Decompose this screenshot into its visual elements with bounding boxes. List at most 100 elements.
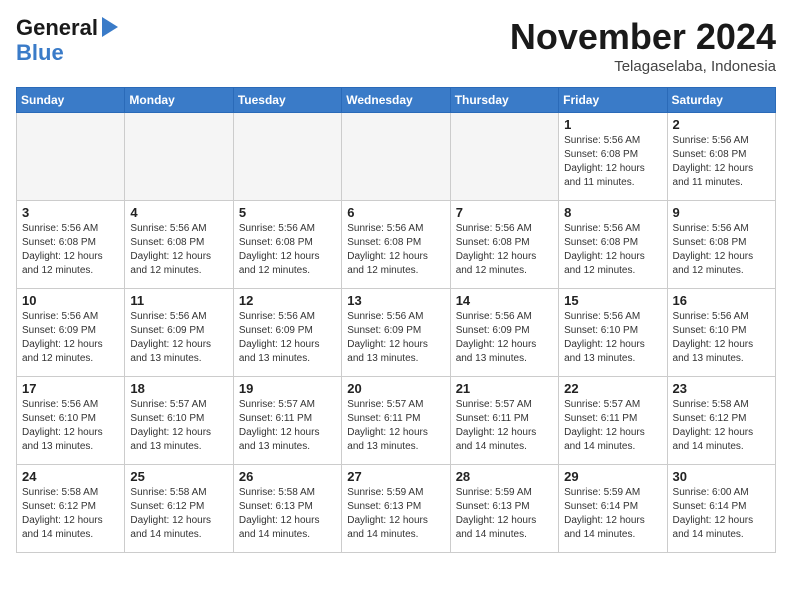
day-number: 17 bbox=[22, 381, 119, 396]
day-number: 27 bbox=[347, 469, 444, 484]
calendar-day-cell: 20Sunrise: 5:57 AMSunset: 6:11 PMDayligh… bbox=[342, 377, 450, 465]
calendar-day-cell: 9 Sunrise: 5:56 AMSunset: 6:08 PMDaylight… bbox=[667, 201, 775, 289]
title-block: November 2024 Telagaselaba, Indonesia bbox=[510, 16, 776, 75]
day-info: Sunrise: 5:56 AMSunset: 6:09 PMDaylight:… bbox=[22, 310, 119, 366]
day-number: 30 bbox=[673, 469, 770, 484]
day-info: Sunrise: 5:58 AMSunset: 6:12 PMDaylight:… bbox=[130, 486, 227, 542]
calendar-day-cell: 19Sunrise: 5:57 AMSunset: 6:11 PMDayligh… bbox=[233, 377, 341, 465]
calendar-day-cell: 5 Sunrise: 5:56 AMSunset: 6:08 PMDaylight… bbox=[233, 201, 341, 289]
calendar-day-cell: 24 Sunrise: 5:58 AMSunset: 6:12 PMDayligh… bbox=[17, 465, 125, 553]
calendar-table: SundayMondayTuesdayWednesdayThursdayFrid… bbox=[16, 87, 776, 553]
weekday-header-saturday: Saturday bbox=[667, 88, 775, 113]
calendar-week-row: 24 Sunrise: 5:58 AMSunset: 6:12 PMDayligh… bbox=[17, 465, 776, 553]
day-info: Sunrise: 5:56 AMSunset: 6:09 PMDaylight:… bbox=[456, 310, 553, 366]
calendar-day-cell: 30 Sunrise: 6:00 AMSunset: 6:14 PMDayligh… bbox=[667, 465, 775, 553]
day-number: 14 bbox=[456, 293, 553, 308]
day-info: Sunrise: 5:56 AMSunset: 6:08 PMDaylight:… bbox=[564, 134, 661, 190]
logo-text-blue: Blue bbox=[16, 40, 64, 66]
day-info: Sunrise: 5:56 AMSunset: 6:09 PMDaylight:… bbox=[239, 310, 336, 366]
weekday-header-thursday: Thursday bbox=[450, 88, 558, 113]
day-number: 16 bbox=[673, 293, 770, 308]
day-info: Sunrise: 5:57 AMSunset: 6:11 PMDaylight:… bbox=[239, 398, 336, 454]
logo-arrow-icon bbox=[100, 17, 118, 39]
calendar-day-cell: 14 Sunrise: 5:56 AMSunset: 6:09 PMDayligh… bbox=[450, 289, 558, 377]
day-number: 7 bbox=[456, 205, 553, 220]
weekday-header-tuesday: Tuesday bbox=[233, 88, 341, 113]
day-number: 9 bbox=[673, 205, 770, 220]
day-number: 5 bbox=[239, 205, 336, 220]
weekday-header-friday: Friday bbox=[559, 88, 667, 113]
day-number: 24 bbox=[22, 469, 119, 484]
calendar-day-cell: 29Sunrise: 5:59 AMSunset: 6:14 PMDayligh… bbox=[559, 465, 667, 553]
weekday-header-wednesday: Wednesday bbox=[342, 88, 450, 113]
day-number: 8 bbox=[564, 205, 661, 220]
day-info: Sunrise: 6:00 AMSunset: 6:14 PMDaylight:… bbox=[673, 486, 770, 542]
calendar-day-cell: 28 Sunrise: 5:59 AMSunset: 6:13 PMDayligh… bbox=[450, 465, 558, 553]
calendar-day-cell bbox=[450, 113, 558, 201]
day-info: Sunrise: 5:56 AMSunset: 6:08 PMDaylight:… bbox=[239, 222, 336, 278]
calendar-day-cell bbox=[342, 113, 450, 201]
logo: General Blue bbox=[16, 16, 118, 66]
day-number: 18 bbox=[130, 381, 227, 396]
logo-text-general: General bbox=[16, 16, 98, 40]
calendar-day-cell: 3 Sunrise: 5:56 AMSunset: 6:08 PMDaylight… bbox=[17, 201, 125, 289]
calendar-day-cell: 22 Sunrise: 5:57 AMSunset: 6:11 PMDayligh… bbox=[559, 377, 667, 465]
day-number: 26 bbox=[239, 469, 336, 484]
day-number: 10 bbox=[22, 293, 119, 308]
day-info: Sunrise: 5:56 AMSunset: 6:10 PMDaylight:… bbox=[22, 398, 119, 454]
day-info: Sunrise: 5:59 AMSunset: 6:13 PMDaylight:… bbox=[456, 486, 553, 542]
day-number: 11 bbox=[130, 293, 227, 308]
day-info: Sunrise: 5:58 AMSunset: 6:12 PMDaylight:… bbox=[22, 486, 119, 542]
calendar-day-cell: 13 Sunrise: 5:56 AMSunset: 6:09 PMDayligh… bbox=[342, 289, 450, 377]
day-number: 4 bbox=[130, 205, 227, 220]
calendar-week-row: 17 Sunrise: 5:56 AMSunset: 6:10 PMDayligh… bbox=[17, 377, 776, 465]
calendar-day-cell: 21 Sunrise: 5:57 AMSunset: 6:11 PMDayligh… bbox=[450, 377, 558, 465]
day-info: Sunrise: 5:58 AMSunset: 6:12 PMDaylight:… bbox=[673, 398, 770, 454]
calendar-day-cell: 2Sunrise: 5:56 AMSunset: 6:08 PMDaylight… bbox=[667, 113, 775, 201]
calendar-day-cell: 8 Sunrise: 5:56 AMSunset: 6:08 PMDaylight… bbox=[559, 201, 667, 289]
day-info: Sunrise: 5:56 AMSunset: 6:08 PMDaylight:… bbox=[130, 222, 227, 278]
day-number: 15 bbox=[564, 293, 661, 308]
calendar-day-cell: 11 Sunrise: 5:56 AMSunset: 6:09 PMDayligh… bbox=[125, 289, 233, 377]
day-info: Sunrise: 5:56 AMSunset: 6:09 PMDaylight:… bbox=[130, 310, 227, 366]
calendar-week-row: 1 Sunrise: 5:56 AMSunset: 6:08 PMDaylight… bbox=[17, 113, 776, 201]
day-info: Sunrise: 5:59 AMSunset: 6:13 PMDaylight:… bbox=[347, 486, 444, 542]
calendar-day-cell: 10 Sunrise: 5:56 AMSunset: 6:09 PMDayligh… bbox=[17, 289, 125, 377]
day-number: 23 bbox=[673, 381, 770, 396]
month-title: November 2024 bbox=[510, 16, 776, 58]
day-number: 22 bbox=[564, 381, 661, 396]
calendar-day-cell: 18Sunrise: 5:57 AMSunset: 6:10 PMDayligh… bbox=[125, 377, 233, 465]
day-number: 13 bbox=[347, 293, 444, 308]
calendar-day-cell: 12Sunrise: 5:56 AMSunset: 6:09 PMDayligh… bbox=[233, 289, 341, 377]
page-header: General Blue November 2024 Telagaselaba,… bbox=[16, 16, 776, 75]
day-number: 1 bbox=[564, 117, 661, 132]
day-number: 6 bbox=[347, 205, 444, 220]
day-info: Sunrise: 5:56 AMSunset: 6:08 PMDaylight:… bbox=[347, 222, 444, 278]
day-number: 28 bbox=[456, 469, 553, 484]
day-info: Sunrise: 5:56 AMSunset: 6:10 PMDaylight:… bbox=[564, 310, 661, 366]
day-info: Sunrise: 5:56 AMSunset: 6:10 PMDaylight:… bbox=[673, 310, 770, 366]
calendar-day-cell: 4 Sunrise: 5:56 AMSunset: 6:08 PMDaylight… bbox=[125, 201, 233, 289]
day-info: Sunrise: 5:56 AMSunset: 6:08 PMDaylight:… bbox=[564, 222, 661, 278]
day-info: Sunrise: 5:56 AMSunset: 6:08 PMDaylight:… bbox=[673, 222, 770, 278]
weekday-header-monday: Monday bbox=[125, 88, 233, 113]
day-info: Sunrise: 5:56 AMSunset: 6:09 PMDaylight:… bbox=[347, 310, 444, 366]
day-info: Sunrise: 5:56 AMSunset: 6:08 PMDaylight:… bbox=[456, 222, 553, 278]
calendar-week-row: 3 Sunrise: 5:56 AMSunset: 6:08 PMDaylight… bbox=[17, 201, 776, 289]
calendar-day-cell: 26Sunrise: 5:58 AMSunset: 6:13 PMDayligh… bbox=[233, 465, 341, 553]
day-number: 25 bbox=[130, 469, 227, 484]
day-info: Sunrise: 5:56 AMSunset: 6:08 PMDaylight:… bbox=[673, 134, 770, 190]
day-info: Sunrise: 5:57 AMSunset: 6:11 PMDaylight:… bbox=[564, 398, 661, 454]
calendar-day-cell: 27 Sunrise: 5:59 AMSunset: 6:13 PMDayligh… bbox=[342, 465, 450, 553]
day-number: 3 bbox=[22, 205, 119, 220]
weekday-header-sunday: Sunday bbox=[17, 88, 125, 113]
calendar-day-cell: 17 Sunrise: 5:56 AMSunset: 6:10 PMDayligh… bbox=[17, 377, 125, 465]
day-number: 20 bbox=[347, 381, 444, 396]
location-subtitle: Telagaselaba, Indonesia bbox=[510, 58, 776, 75]
calendar-day-cell: 7 Sunrise: 5:56 AMSunset: 6:08 PMDaylight… bbox=[450, 201, 558, 289]
calendar-day-cell: 6 Sunrise: 5:56 AMSunset: 6:08 PMDaylight… bbox=[342, 201, 450, 289]
day-number: 21 bbox=[456, 381, 553, 396]
day-info: Sunrise: 5:57 AMSunset: 6:11 PMDaylight:… bbox=[456, 398, 553, 454]
weekday-header-row: SundayMondayTuesdayWednesdayThursdayFrid… bbox=[17, 88, 776, 113]
day-info: Sunrise: 5:56 AMSunset: 6:08 PMDaylight:… bbox=[22, 222, 119, 278]
